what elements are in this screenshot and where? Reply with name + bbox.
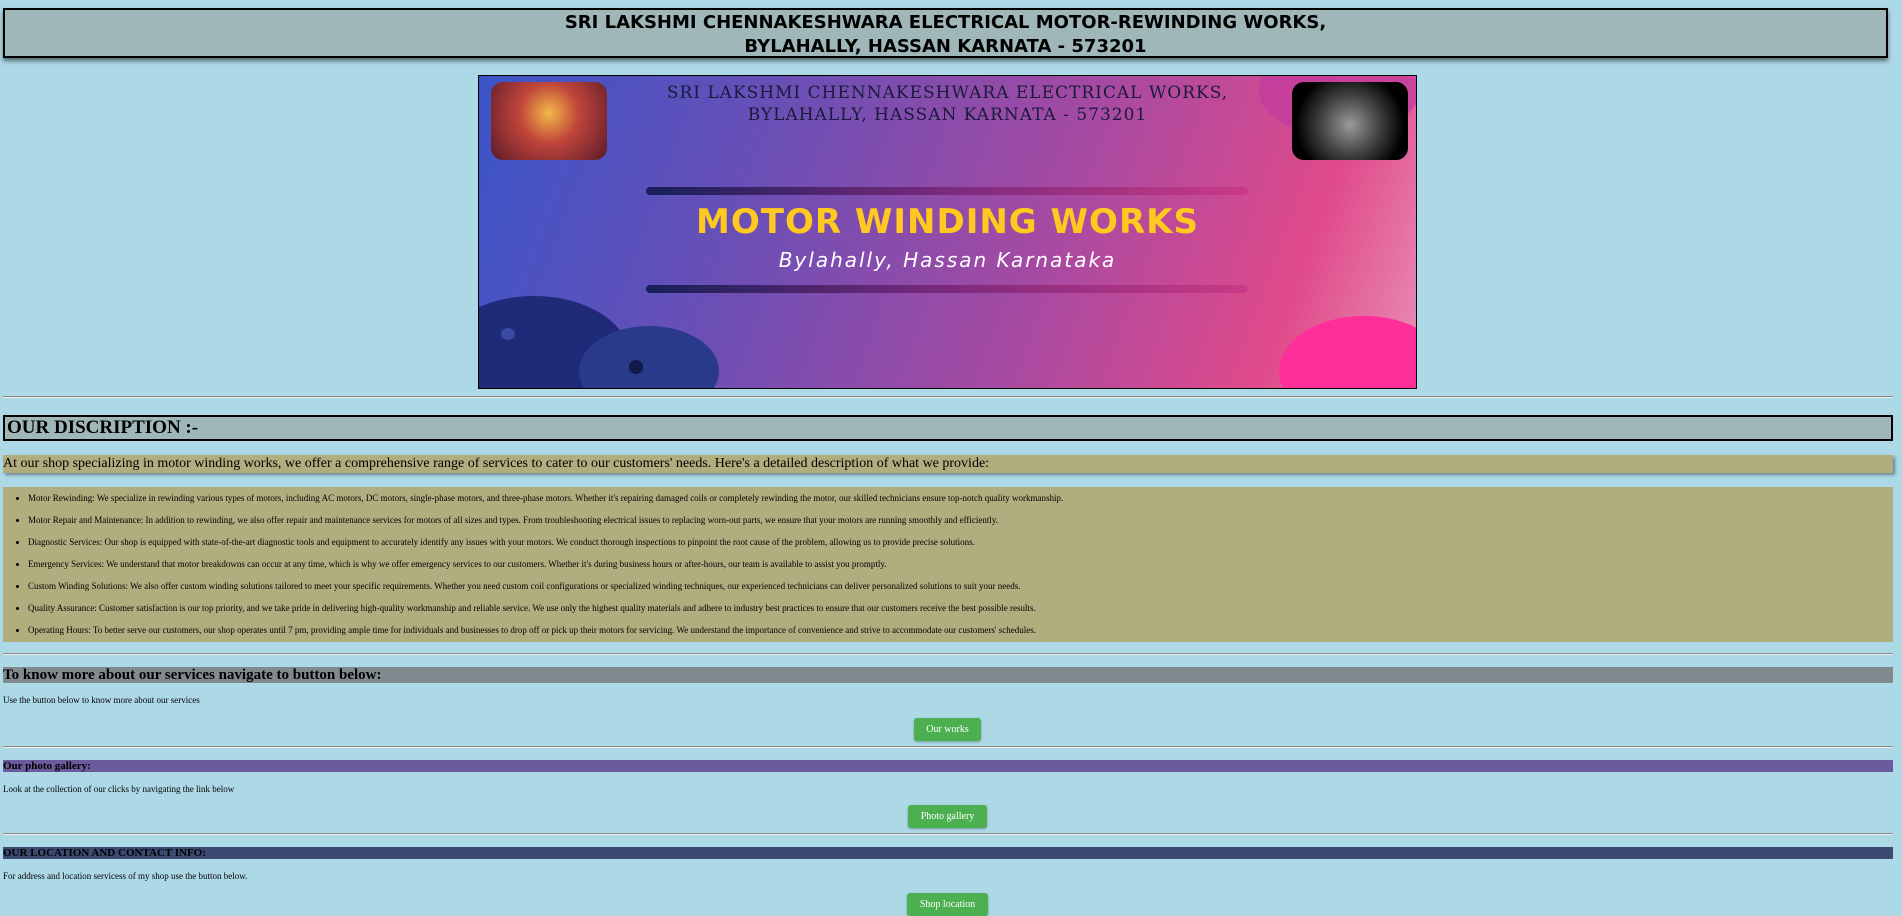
list-item: Emergency Services: We understand that m… xyxy=(28,557,1893,579)
location-heading: OUR LOCATION AND CONTACT INFO: xyxy=(3,847,1893,859)
banner-blob-decoration xyxy=(1279,316,1416,388)
site-title-line2: BYLAHALLY, HASSAN KARNATA - 573201 xyxy=(744,36,1147,57)
banner-shop-name: SRI LAKSHMI CHENNAKESHWARA ELECTRICAL WO… xyxy=(479,82,1416,126)
list-item: Custom Winding Solutions: We also offer … xyxy=(28,579,1893,601)
site-title-bar: SRI LAKSHMI CHENNAKESHWARA ELECTRICAL MO… xyxy=(3,8,1888,58)
divider xyxy=(3,396,1893,398)
services-text: Use the button below to know more about … xyxy=(3,695,200,705)
services-list-panel: Motor Rewinding: We specialize in rewind… xyxy=(3,487,1893,642)
banner-shop-name-line2: BYLAHALLY, HASSAN KARNATA - 573201 xyxy=(747,105,1148,125)
banner-divider-bar xyxy=(646,285,1248,293)
banner-subheadline: Bylahally, Hassan Karnataka xyxy=(778,248,1117,272)
location-text: For address and location servicess of my… xyxy=(3,871,248,881)
divider xyxy=(3,833,1893,835)
list-item: Motor Repair and Maintenance: In additio… xyxy=(28,513,1893,535)
description-heading: OUR DISCRIPTION :- xyxy=(3,415,1893,441)
shop-location-button[interactable]: Shop location xyxy=(907,893,988,916)
site-title-line1: SRI LAKSHMI CHENNAKESHWARA ELECTRICAL MO… xyxy=(564,12,1327,33)
photo-gallery-button[interactable]: Photo gallery xyxy=(908,805,987,828)
divider xyxy=(3,653,1893,655)
list-item: Quality Assurance: Customer satisfaction… xyxy=(28,601,1893,623)
gallery-text: Look at the collection of our clicks by … xyxy=(3,784,235,794)
gallery-heading: Our photo gallery: xyxy=(3,760,1893,772)
our-works-button[interactable]: Our works xyxy=(914,718,981,741)
banner-dot-decoration xyxy=(629,360,643,374)
banner-divider-bar xyxy=(646,187,1248,195)
list-item: Motor Rewinding: We specialize in rewind… xyxy=(28,491,1893,513)
list-item: Diagnostic Services: Our shop is equippe… xyxy=(28,535,1893,557)
banner-shop-name-line1: SRI LAKSHMI CHENNAKESHWARA ELECTRICAL WO… xyxy=(666,83,1229,103)
description-intro: At our shop specializing in motor windin… xyxy=(3,455,1893,473)
banner-headline: MOTOR WINDING WORKS xyxy=(696,202,1199,242)
services-list: Motor Rewinding: We specialize in rewind… xyxy=(3,487,1893,645)
divider xyxy=(3,746,1893,748)
list-item: Operating Hours: To better serve our cus… xyxy=(28,623,1893,645)
hero-banner-image: SRI LAKSHMI CHENNAKESHWARA ELECTRICAL WO… xyxy=(478,75,1417,389)
services-heading: To know more about our services navigate… xyxy=(3,667,1893,683)
banner-dot-decoration xyxy=(501,328,515,340)
